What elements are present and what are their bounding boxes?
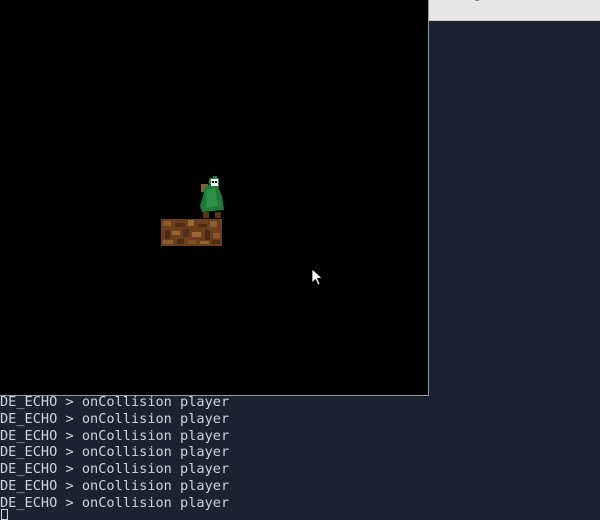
log-line: DE_ECHO > onCollision player	[0, 444, 230, 461]
terminal-log: DE_ECHO > onCollision player DE_ECHO > o…	[0, 394, 600, 512]
log-line: DE_ECHO > onCollision player	[0, 494, 230, 511]
log-line: DE_ECHO > onCollision player	[0, 461, 230, 478]
terminal-cursor	[1, 509, 8, 520]
dirt-platform	[161, 219, 222, 246]
background-window-titlebar[interactable]	[429, 0, 600, 21]
titlebar-glyph	[475, 0, 479, 1]
log-line: DE_ECHO > onCollision player	[0, 394, 230, 410]
log-line: DE_ECHO > onCollision player	[0, 427, 230, 444]
log-line: DE_ECHO > onCollision player	[0, 477, 230, 494]
log-line: DE_ECHO > onCollision player	[0, 410, 230, 427]
game-window[interactable]	[0, 0, 429, 396]
game-canvas[interactable]	[0, 0, 428, 395]
